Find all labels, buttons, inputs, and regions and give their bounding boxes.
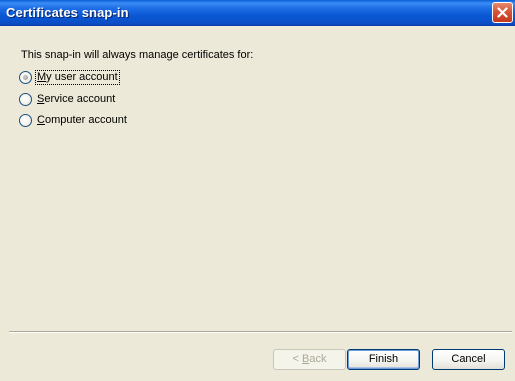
radio-button[interactable]: [19, 70, 32, 84]
radio-my-user-account[interactable]: My user account: [19, 69, 120, 85]
prompt-text: This snap-in will always manage certific…: [21, 49, 254, 61]
close-icon: [497, 7, 508, 18]
radio-label[interactable]: Service account: [36, 93, 116, 106]
finish-button[interactable]: Finish: [347, 349, 420, 370]
window-title: Certificates snap-in: [6, 5, 129, 20]
radio-button[interactable]: [19, 92, 32, 106]
close-button[interactable]: [492, 2, 513, 23]
radio-service-account[interactable]: Service account: [19, 92, 116, 106]
radio-label[interactable]: Computer account: [36, 114, 128, 127]
cancel-button[interactable]: Cancel: [432, 349, 505, 370]
button-separator: [9, 331, 512, 333]
radio-label[interactable]: My user account: [35, 69, 120, 85]
certificates-snap-in-dialog: Certificates snap-in This snap-in will a…: [0, 0, 515, 381]
title-bar[interactable]: Certificates snap-in: [0, 0, 515, 26]
radio-button[interactable]: [19, 113, 32, 127]
radio-computer-account[interactable]: Computer account: [19, 113, 128, 127]
back-button[interactable]: < Back: [273, 349, 346, 370]
